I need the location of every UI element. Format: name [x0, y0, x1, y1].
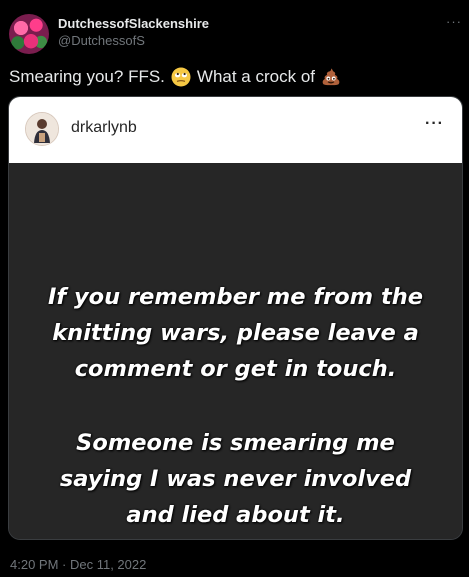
author-display-name[interactable]: DutchessofSlackenshire	[58, 16, 209, 31]
pile-of-poo-emoji-icon	[322, 68, 340, 86]
embedded-instagram-card[interactable]: drkarlynb ··· If you remember me from th…	[8, 96, 463, 540]
embed-avatar[interactable]	[25, 112, 59, 146]
tweet-text-part2: What a crock of	[196, 67, 316, 86]
story-paragraph-1: If you remember me from the knitting war…	[9, 279, 462, 387]
story-line: saying I was never involved	[59, 466, 412, 492]
author-handle[interactable]: @DutchessofS	[58, 33, 145, 48]
story-line: comment or get in touch.	[74, 356, 397, 382]
story-line: and lied about it.	[126, 502, 345, 528]
story-paragraph-2: Someone is smearing me saying I was neve…	[9, 425, 462, 533]
embed-username[interactable]: drkarlynb	[71, 119, 137, 137]
more-options-icon[interactable]: ···	[446, 14, 462, 29]
person-avatar-icon	[26, 113, 58, 145]
tweet-timestamp[interactable]: 4:20 PM · Dec 11, 2022	[10, 557, 146, 572]
tweet-text: Smearing you? FFS. What a crock of	[9, 67, 347, 87]
rolling-eyes-emoji-icon	[171, 67, 191, 87]
tweet-text-part1: Smearing you? FFS.	[9, 67, 165, 86]
story-image[interactable]: If you remember me from the knitting war…	[9, 163, 462, 539]
author-avatar[interactable]	[9, 14, 49, 54]
embed-header: drkarlynb ···	[9, 97, 462, 163]
tweet: DutchessofSlackenshire @DutchessofS ··· …	[0, 0, 469, 577]
story-line: If you remember me from the	[48, 284, 423, 310]
embed-more-icon[interactable]: ···	[425, 115, 444, 133]
story-line: knitting wars, please leave a	[52, 320, 419, 346]
story-line: Someone is smearing me	[76, 430, 395, 456]
